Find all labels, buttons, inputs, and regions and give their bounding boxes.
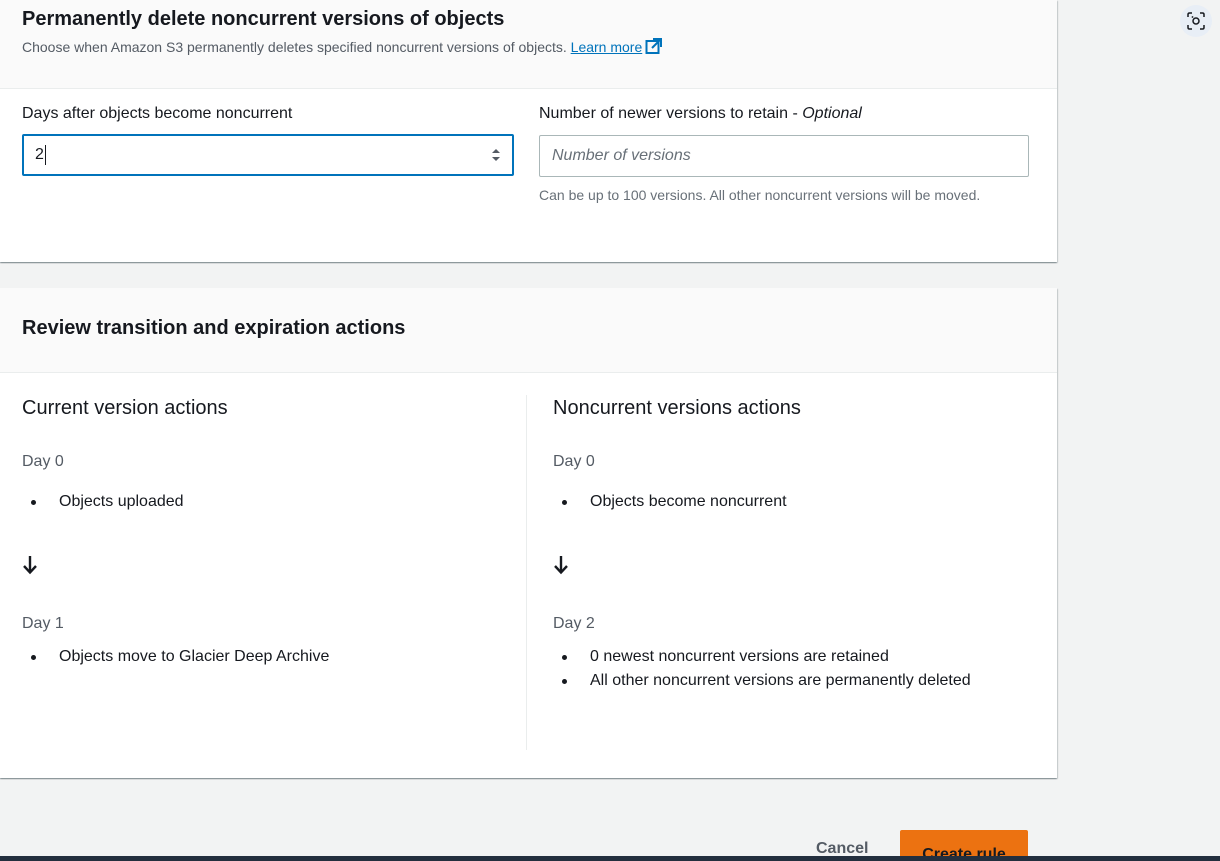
list-item: Objects move to Glacier Deep Archive: [22, 645, 502, 669]
delete-noncurrent-card: Permanently delete noncurrent versions o…: [0, 0, 1057, 262]
versions-input[interactable]: Number of versions: [539, 135, 1029, 177]
days-input[interactable]: 2: [22, 134, 514, 176]
noncurrent-step1-day: Day 0: [553, 453, 595, 470]
delete-noncurrent-header: Permanently delete noncurrent versions o…: [0, 0, 1057, 89]
days-field-label: Days after objects become noncurrent: [22, 105, 293, 122]
current-actions-title: Current version actions: [22, 397, 228, 419]
column-divider: [526, 395, 527, 750]
noncurrent-step2-day: Day 2: [553, 615, 595, 632]
versions-field-group: Number of newer versions to retain - Opt…: [539, 104, 1029, 205]
review-actions-card: Review transition and expiration actions…: [0, 288, 1057, 778]
review-actions-header: Review transition and expiration actions: [0, 288, 1057, 373]
visual-search-button[interactable]: [1180, 5, 1212, 37]
arrow-down-icon: [554, 556, 568, 575]
list-item: 0 newest noncurrent versions are retaine…: [553, 645, 993, 669]
current-step2-list: Objects move to Glacier Deep Archive: [22, 645, 502, 669]
noncurrent-actions-title: Noncurrent versions actions: [553, 397, 801, 419]
list-item: Objects uploaded: [22, 490, 502, 514]
number-spinner-icon[interactable]: [490, 146, 502, 164]
learn-more-label: Learn more: [570, 39, 643, 55]
delete-noncurrent-title: Permanently delete noncurrent versions o…: [22, 8, 505, 30]
current-step1-list: Objects uploaded: [22, 490, 502, 514]
arrow-down-icon: [23, 556, 37, 575]
current-step2-day: Day 1: [22, 615, 64, 632]
list-item: Objects become noncurrent: [553, 490, 1023, 514]
learn-more-link[interactable]: Learn more: [571, 39, 643, 55]
noncurrent-step1-list: Objects become noncurrent: [553, 490, 1023, 514]
bottom-bar: [0, 856, 1220, 861]
versions-input-placeholder: Number of versions: [552, 147, 691, 164]
visual-search-icon: [1187, 12, 1205, 30]
days-field-group: Days after objects become noncurrent 2: [22, 104, 514, 176]
current-step1-day: Day 0: [22, 453, 64, 470]
versions-field-label: Number of newer versions to retain - Opt…: [539, 104, 1029, 124]
text-caret: [44, 144, 46, 165]
current-version-actions: Current version actions Day 0 Objects up…: [22, 395, 502, 669]
versions-label-text: Number of newer versions to retain -: [539, 105, 803, 122]
days-input-value: 2: [35, 146, 44, 163]
description-text: Choose when Amazon S3 permanently delete…: [22, 39, 567, 55]
versions-hint: Can be up to 100 versions. All other non…: [539, 187, 981, 203]
delete-noncurrent-description: Choose when Amazon S3 permanently delete…: [22, 37, 1035, 57]
noncurrent-step2-list: 0 newest noncurrent versions are retaine…: [553, 645, 993, 693]
noncurrent-version-actions: Noncurrent versions actions Day 0 Object…: [553, 395, 1023, 693]
external-link-icon[interactable]: [645, 38, 663, 55]
review-actions-title: Review transition and expiration actions: [22, 317, 406, 339]
optional-label: Optional: [802, 105, 862, 122]
list-item: All other noncurrent versions are perman…: [553, 669, 993, 693]
